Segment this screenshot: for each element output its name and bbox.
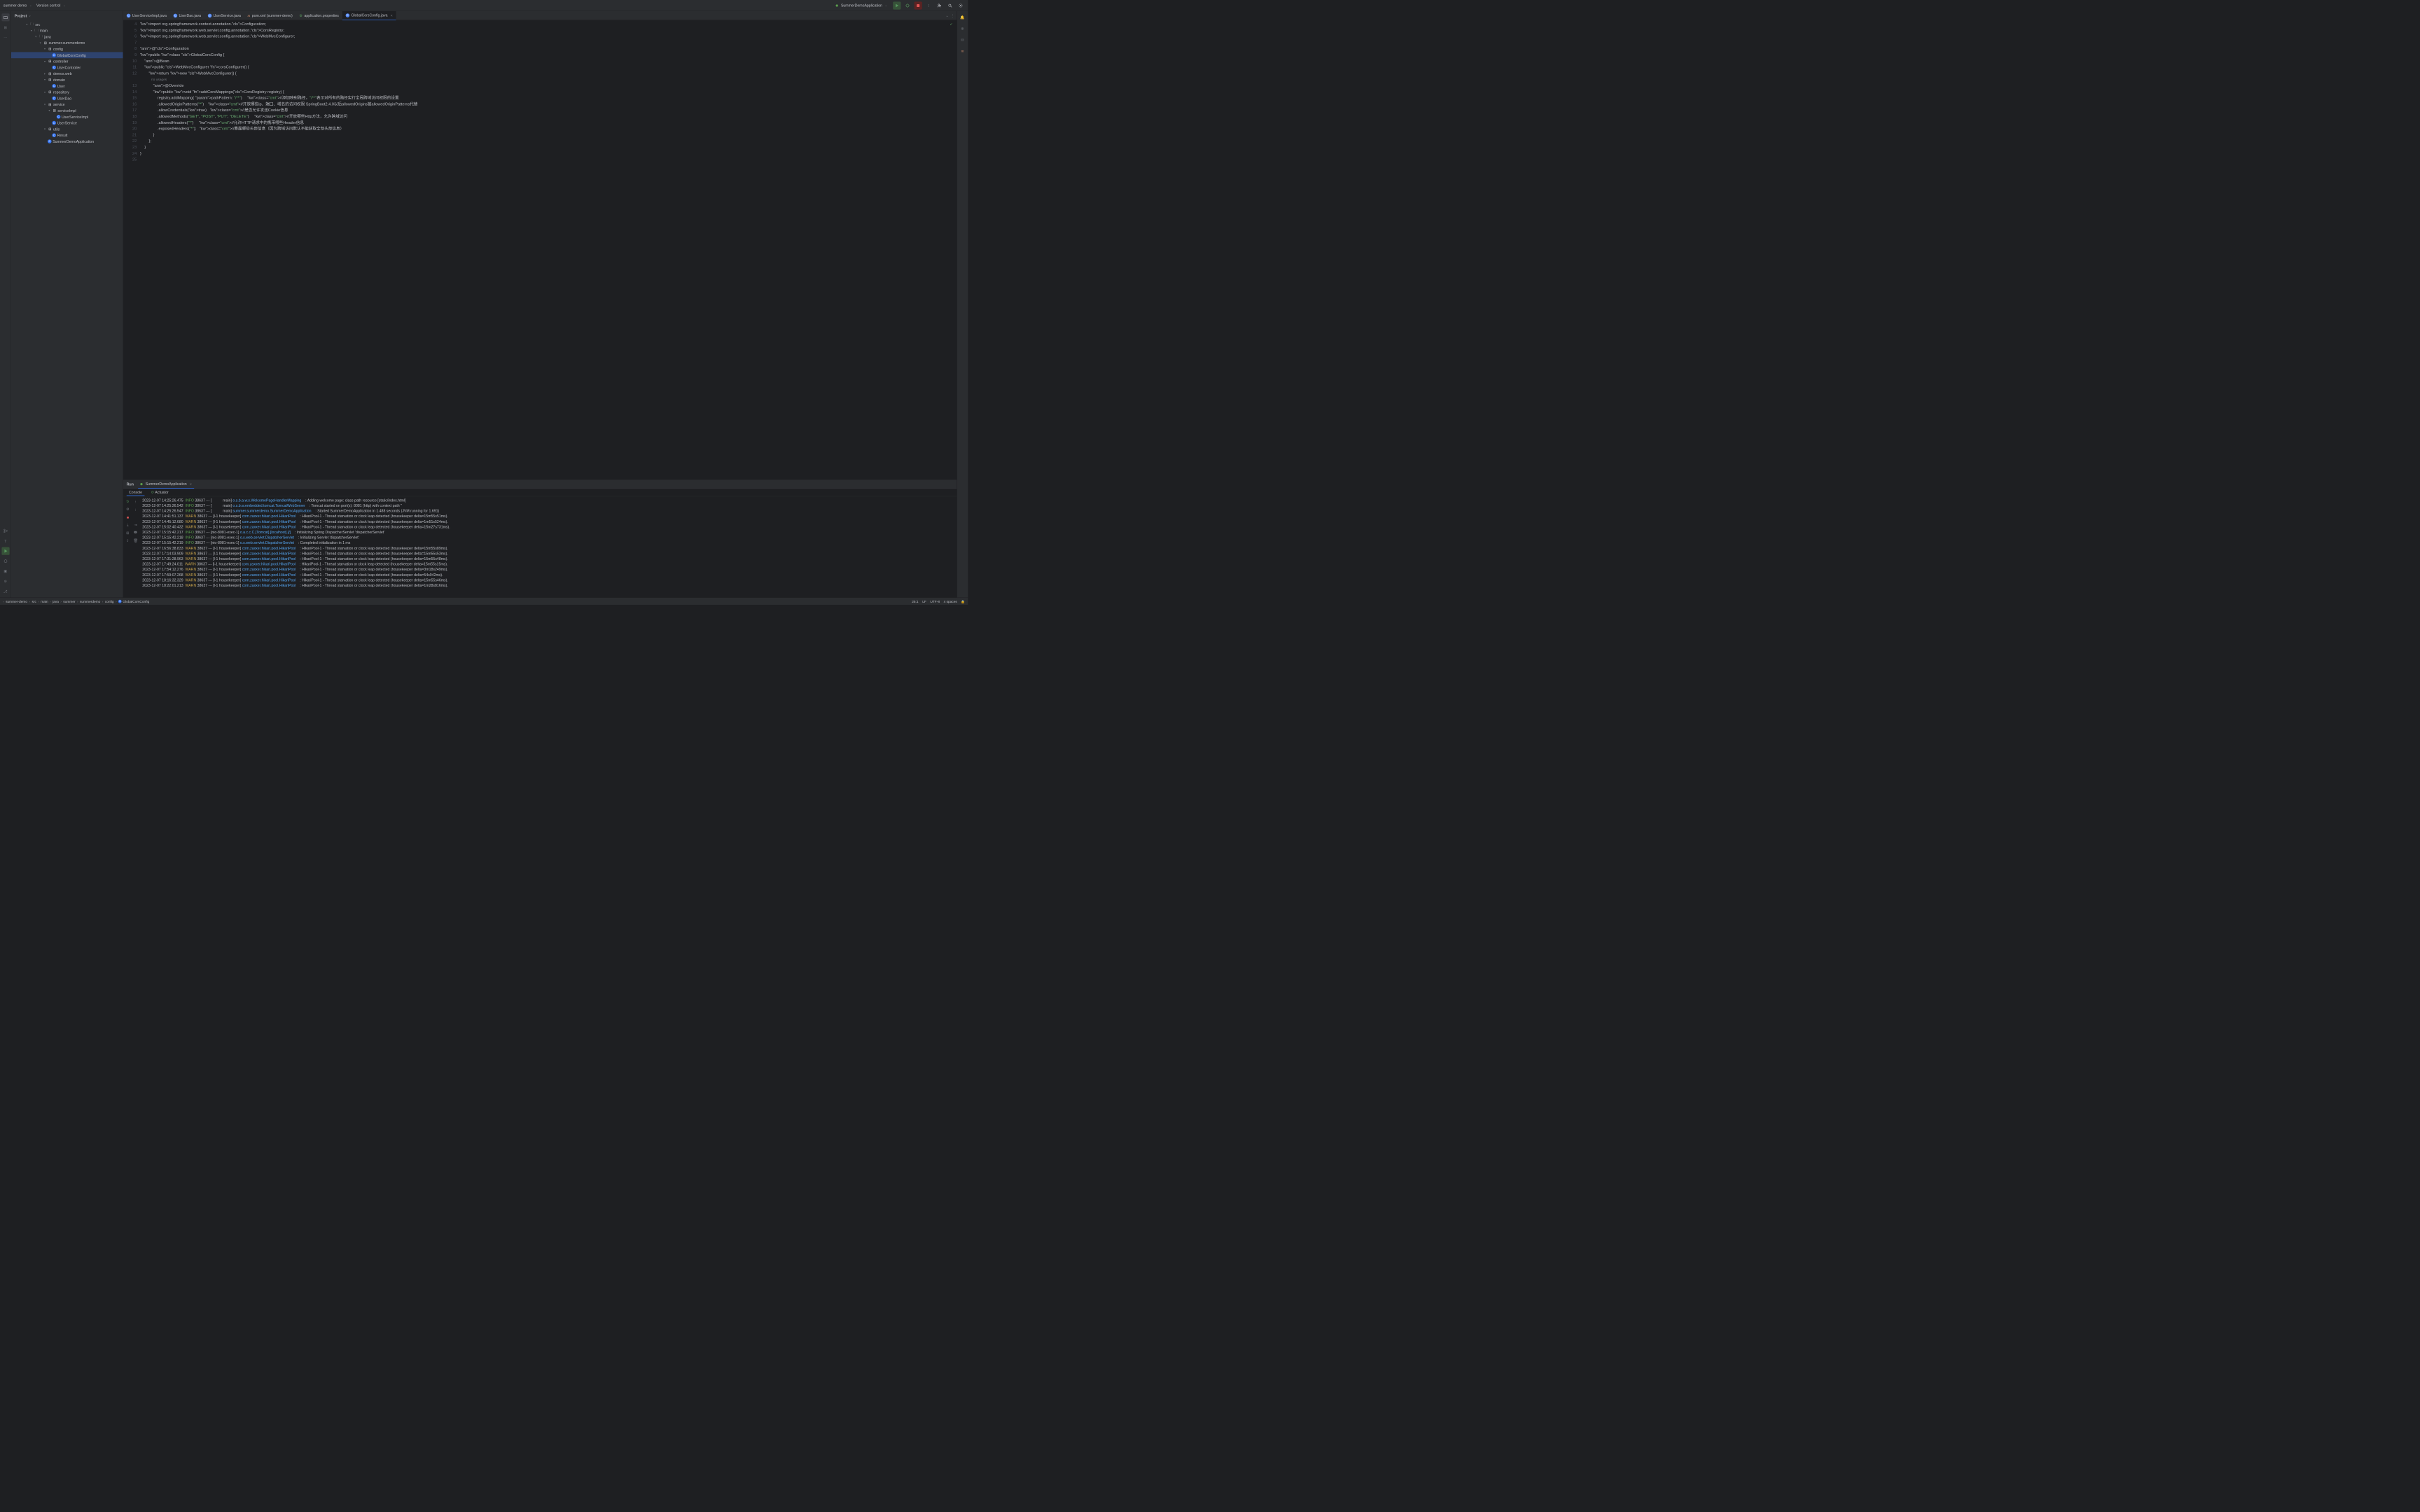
stop-button[interactable]	[915, 1, 922, 9]
rerun-icon[interactable]: ↻	[125, 498, 132, 505]
tree-item[interactable]: ▾⊞service	[11, 102, 123, 108]
notifications-icon[interactable]: 🔔	[959, 13, 966, 21]
indent[interactable]: 4 spaces	[944, 599, 957, 603]
left-tool-rail: ⊞ ⋯ T ▣ ⊘ ⎇	[0, 11, 11, 598]
tree-item[interactable]: ▾⊞summer.summerdemo	[11, 40, 123, 46]
line-separator[interactable]: LF	[922, 599, 926, 603]
tree-item[interactable]: ▾🗀main	[11, 27, 123, 34]
structure-tool-icon[interactable]: ⊞	[1, 24, 9, 31]
tree-item[interactable]: ▾⊞controller	[11, 58, 123, 64]
layout-icon[interactable]: ⊞	[125, 529, 132, 536]
exit-icon[interactable]: ⤓	[125, 522, 132, 528]
debug-tool-icon[interactable]	[1, 557, 9, 565]
build-tool-icon[interactable]: ▣	[1, 567, 9, 575]
tree-item[interactable]: CUser	[11, 83, 123, 89]
readonly-icon[interactable]: 🔒	[961, 599, 965, 603]
tree-item[interactable]: ▾⊞repository	[11, 89, 123, 95]
settings-icon[interactable]	[957, 1, 964, 9]
editor-tab[interactable]: CUserService.java	[204, 11, 244, 20]
caret-position[interactable]: 25:1	[912, 599, 918, 603]
tree-item[interactable]: ▾🗀src	[11, 21, 123, 27]
console-tab[interactable]: Console	[127, 489, 144, 496]
project-selector[interactable]: summer-demo	[4, 4, 32, 8]
close-icon[interactable]: ×	[190, 482, 192, 486]
tree-item[interactable]: ▸⊞demos.web	[11, 71, 123, 77]
tree-item[interactable]: ▾⊞domain	[11, 77, 123, 83]
tree-item[interactable]: CResult	[11, 132, 123, 139]
console-output[interactable]: 2023-12-07 14:25:26.475 INFO 38637 --- […	[140, 496, 957, 597]
statusbar: ▫ summer-demo›src›main›java›summer›summe…	[0, 598, 968, 605]
database-icon[interactable]: ⛁	[959, 36, 966, 43]
stop-icon[interactable]: ■	[125, 514, 132, 521]
up-icon[interactable]: ↑	[132, 498, 139, 505]
run-tool-icon[interactable]	[1, 547, 9, 555]
editor-tab[interactable]: CUserDao.java	[170, 11, 204, 20]
run-config-selector[interactable]: SummerDemoApplication	[833, 2, 890, 8]
tree-item[interactable]: CUserController	[11, 64, 123, 71]
tree-item[interactable]: CUserServiceImpl	[11, 113, 123, 120]
print-icon[interactable]: 🖶	[132, 529, 139, 536]
right-tool-rail: 🔔 ⊕ ⛁ m	[957, 11, 968, 598]
tree-item[interactable]: ▾⊞config	[11, 46, 123, 52]
titlebar: summer-demo Version control SummerDemoAp…	[0, 0, 968, 11]
tree-item[interactable]: ▾🗀java	[11, 34, 123, 40]
editor-tab[interactable]: CGlobalCorsConfig.java×	[342, 11, 396, 20]
more-icon[interactable]: ⋮	[951, 13, 954, 18]
tree-item[interactable]: CSummerDemoApplication	[11, 139, 123, 145]
problems-tool-icon[interactable]: ⊘	[1, 578, 9, 585]
gutter: 456789101112 13141516171819202122232425	[123, 20, 140, 480]
code-editor[interactable]: 456789101112 13141516171819202122232425 …	[123, 20, 957, 480]
editor-tab[interactable]: CUserServiceImpl.java	[123, 11, 170, 20]
code-lines[interactable]: "kw">import org.springframework.context.…	[140, 20, 957, 480]
trash-icon[interactable]: 🗑	[132, 538, 139, 545]
run-toolbar: ↻↑ ⚙↓ ■ ⤓⇥ ⊞🖶 ⇪🗑	[123, 496, 140, 597]
tree-item[interactable]: ▾⊞utils	[11, 126, 123, 132]
search-icon[interactable]	[946, 1, 954, 9]
todo-tool-icon[interactable]: T	[1, 537, 9, 545]
run-button[interactable]	[893, 1, 900, 9]
run-title: Run	[127, 482, 134, 486]
editor-tabs: CUserServiceImpl.javaCUserDao.javaCUserS…	[123, 11, 957, 20]
git-tool-icon[interactable]	[1, 527, 9, 535]
run-tool-window: Run SummerDemoApplication × Console ⟳ Ac…	[123, 480, 957, 598]
gear-icon[interactable]: ⚙	[125, 506, 132, 513]
maven-icon[interactable]: m	[959, 47, 966, 55]
chevron-down-icon[interactable]: ⌄	[945, 13, 948, 18]
debug-button[interactable]	[903, 1, 911, 9]
code-with-me-icon[interactable]	[936, 1, 943, 9]
actuator-tab[interactable]: ⟳ Actuator	[149, 489, 171, 496]
project-tool-icon[interactable]	[1, 13, 9, 21]
tree-item[interactable]: CGlobalCorsConfig	[11, 52, 123, 58]
tree-item[interactable]: CUserDao	[11, 95, 123, 102]
more-icon[interactable]: ⋮	[925, 1, 933, 9]
breadcrumbs[interactable]: summer-demo›src›main›java›summer›summerd…	[6, 599, 149, 603]
inspection-ok-icon[interactable]: ✓	[950, 22, 953, 27]
ai-icon[interactable]: ⊕	[959, 24, 966, 32]
run-config-tab[interactable]: SummerDemoApplication ×	[138, 480, 194, 489]
pin-icon[interactable]: ⇪	[125, 538, 132, 545]
down-icon[interactable]: ↓	[132, 506, 139, 513]
project-panel-header[interactable]: Project⌄	[11, 11, 123, 20]
encoding[interactable]: UTF-8	[930, 599, 940, 603]
more-tools-icon[interactable]: ⋯	[1, 34, 9, 41]
editor-tab[interactable]: mpom.xml (summer-demo)	[244, 11, 296, 20]
editor-tab[interactable]: ⚙application.properties	[296, 11, 342, 20]
tree-item[interactable]: ▾⊞serviceImpl	[11, 108, 123, 114]
vcs-tool-icon[interactable]: ⎇	[1, 587, 9, 595]
project-tree[interactable]: ▾🗀src▾🗀main▾🗀java▾⊞summer.summerdemo▾⊞co…	[11, 20, 123, 598]
tree-item[interactable]: CUserService	[11, 120, 123, 126]
wrap-icon[interactable]: ⇥	[132, 522, 139, 528]
vcs-menu[interactable]: Version control	[36, 4, 66, 8]
project-panel: Project⌄ ▾🗀src▾🗀main▾🗀java▾⊞summer.summe…	[11, 11, 123, 598]
